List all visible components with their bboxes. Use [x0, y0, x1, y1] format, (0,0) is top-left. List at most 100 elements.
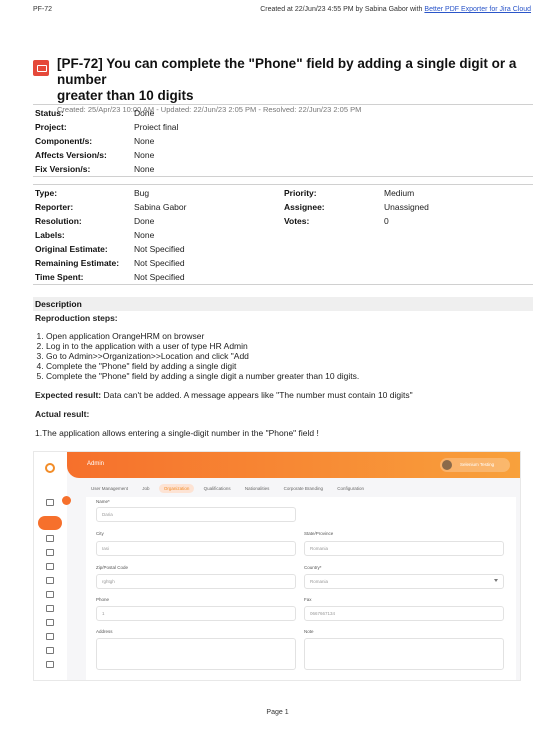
address-label: Address: [96, 629, 113, 634]
field-label: Original Estimate:: [35, 244, 108, 254]
menu-icon: [46, 661, 54, 668]
active-menu-icon: [38, 516, 62, 530]
field-label: Reporter:: [35, 202, 74, 212]
field-row: Labels: None: [33, 228, 533, 242]
menu-icon: [46, 605, 54, 612]
nav-item: Corporate Branding: [283, 486, 323, 491]
steps-list: Open application OrangeHRM on browser Lo…: [35, 331, 533, 381]
nav-item: Qualifications: [203, 486, 231, 491]
field-row: Type: Bug Priority: Medium: [33, 186, 533, 200]
field-value: Medium: [384, 188, 415, 198]
avatar: [442, 460, 452, 470]
step-item: Open application OrangeHRM on browser: [46, 331, 533, 341]
field-label: Status:: [35, 108, 64, 118]
chevron-down-icon: [494, 579, 498, 582]
step-item: Complete the "Phone" field by adding a s…: [46, 371, 533, 381]
field-label: Fix Version/s:: [35, 164, 91, 174]
field-row: Component/s: None: [33, 134, 533, 148]
actual-text: 1.The application allows entering a sing…: [35, 428, 319, 438]
search-icon: [46, 499, 54, 506]
step-item: Log in to the application with a user of…: [46, 341, 533, 351]
nav-item: User Management: [91, 486, 129, 491]
field-value: Not Specified: [134, 244, 185, 254]
field-value: Unassigned: [384, 202, 429, 212]
page-number: Page 1: [266, 709, 289, 716]
field-value: Bug: [134, 188, 150, 198]
fields-table-general: Status: Done Project: Proiect final Compon…: [33, 104, 533, 177]
actual-heading: Actual result:: [35, 409, 90, 419]
fields-table-details: Type: Bug Priority: Medium Reporter: Sabina…: [33, 184, 533, 285]
embedded-screenshot: Admin Selenium Testing User Management J…: [33, 451, 521, 681]
field-row: Resolution: Done Votes: 0: [33, 214, 533, 228]
field-value: 0: [384, 216, 389, 226]
expected-result: Expected result: Data can't be added. A …: [35, 390, 533, 400]
field-row: Affects Version/s: None: [33, 148, 533, 162]
field-row: Original Estimate: Not Specified: [33, 242, 533, 256]
menu-icon: [46, 619, 54, 626]
nav-item-active: Organization: [158, 484, 195, 493]
field-label: Priority:: [284, 188, 317, 198]
nav-item: Configuration: [337, 486, 364, 491]
country-value: Romania: [310, 579, 329, 584]
menu-icon: [46, 591, 54, 598]
location-form: Name* Daria City Iasi State/Province Rom…: [86, 497, 516, 680]
exporter-link[interactable]: Better PDF Exporter for Jira Cloud: [424, 6, 531, 13]
menu-icon: [46, 549, 54, 556]
field-row: Time Spent: Not Specified: [33, 270, 533, 284]
module-title: Admin: [87, 461, 105, 467]
screenshot-nav: User Management Job Organization Qualifi…: [86, 484, 372, 493]
expected-text: Data can't be added. A message appears l…: [101, 390, 413, 400]
bug-type-icon: [33, 60, 49, 76]
name-field: Daria: [96, 507, 296, 522]
field-value: None: [134, 230, 155, 240]
field-row: Status: Done: [33, 106, 533, 120]
field-value: Done: [134, 108, 155, 118]
menu-icon: [46, 633, 54, 640]
field-label: Labels:: [35, 230, 65, 240]
field-label: Resolution:: [35, 216, 82, 226]
country-label: Country*: [304, 565, 322, 570]
screenshot-sidebar: [34, 452, 67, 680]
description-heading: Description: [33, 297, 533, 311]
field-value: None: [134, 150, 155, 160]
field-label: Assignee:: [284, 202, 325, 212]
field-label: Votes:: [284, 216, 310, 226]
created-line-text: Created at 22/Jun/23 4:55 PM by Sabina G…: [260, 6, 425, 13]
field-value: Proiect final: [134, 122, 179, 132]
fax-label: Fax: [304, 597, 312, 602]
orangehrm-logo-icon: [45, 463, 55, 473]
menu-icon: [46, 535, 54, 542]
field-value: Not Specified: [134, 258, 185, 268]
step-item: Go to Admin>>Organization>>Location and …: [46, 351, 533, 361]
name-label: Name*: [96, 499, 110, 504]
field-label: Component/s:: [35, 136, 93, 146]
expected-label: Expected result:: [35, 390, 102, 400]
state-field: Romania: [304, 541, 504, 556]
phone-field: 1: [96, 606, 296, 621]
field-value: None: [134, 164, 155, 174]
city-field: Iasi: [96, 541, 296, 556]
field-label: Project:: [35, 122, 67, 132]
issue-title-line-1: [PF-72] You can complete the "Phone" fie…: [57, 56, 517, 87]
user-dropdown: Selenium Testing: [440, 458, 510, 472]
field-row: Fix Version/s: None: [33, 162, 533, 176]
description-body: Reproduction steps: Open application Ora…: [35, 313, 533, 438]
menu-icon: [46, 577, 54, 584]
note-label: Note: [304, 629, 314, 634]
issue-title-line-2: greater than 10 digits: [57, 88, 194, 103]
zip-field: rghtgh: [96, 574, 296, 589]
menu-icon: [46, 647, 54, 654]
nav-item: Nationalities: [244, 486, 270, 491]
issue-key: PF-72: [33, 6, 53, 13]
field-value: None: [134, 136, 155, 146]
user-name: Selenium Testing: [460, 462, 495, 467]
phone-label: Phone: [96, 597, 110, 602]
collapse-toggle-icon: [62, 496, 71, 505]
steps-heading: Reproduction steps:: [35, 313, 118, 323]
zip-label: Zip/Postal Code: [96, 565, 129, 570]
created-by-line: Created at 22/Jun/23 4:55 PM by Sabina G…: [260, 6, 531, 13]
field-label: Remaining Estimate:: [35, 258, 120, 268]
menu-icon: [46, 563, 54, 570]
field-value: Not Specified: [134, 272, 185, 282]
country-select: Romania: [304, 574, 504, 589]
